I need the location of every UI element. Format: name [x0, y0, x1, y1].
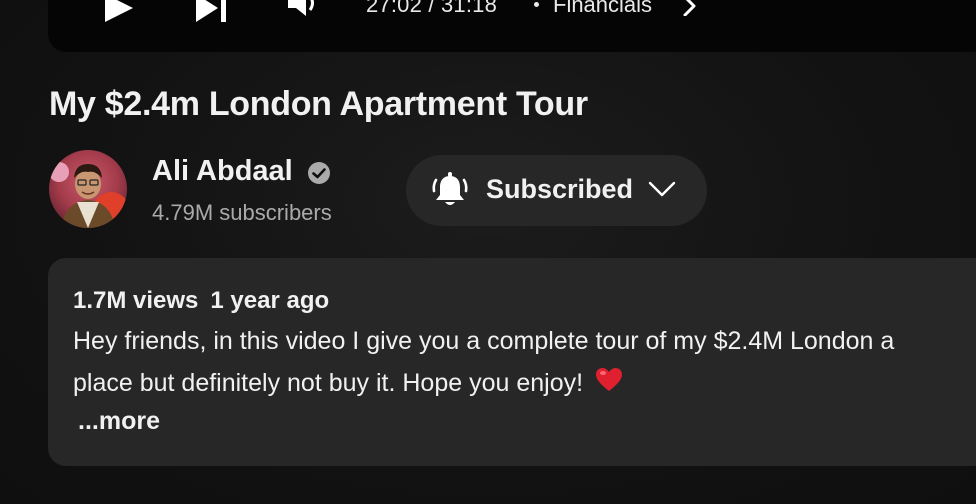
subscriber-count: 4.79M subscribers — [152, 200, 332, 225]
verified-check-icon — [308, 162, 330, 184]
avatar-image — [49, 150, 127, 228]
description-line-2-text: place but definitely not buy it. Hope yo… — [73, 369, 584, 397]
next-icon[interactable] — [194, 0, 230, 22]
chevron-right-icon[interactable] — [681, 0, 697, 16]
video-title: My $2.4m London Apartment Tour — [49, 85, 588, 123]
play-icon[interactable] — [103, 0, 135, 22]
separator-dot — [534, 2, 539, 7]
view-count: 1.7M views — [73, 287, 199, 314]
description-line-2: place but definitely not buy it. Hope yo… — [73, 367, 623, 398]
time-display: 27:02 / 31:18 — [366, 0, 498, 17]
video-meta: 1.7M views 1 year ago — [73, 287, 329, 315]
chapter-title[interactable]: Financials — [553, 0, 652, 18]
volume-icon[interactable] — [286, 0, 318, 22]
description-box[interactable]: 1.7M views 1 year ago Hey friends, in thi… — [48, 258, 976, 466]
description-line-1: Hey friends, in this video I give you a … — [73, 327, 895, 355]
subscribed-button[interactable]: Subscribed — [406, 155, 707, 226]
channel-avatar[interactable] — [49, 150, 127, 228]
chevron-down-icon — [648, 181, 676, 197]
channel-name[interactable]: Ali Abdaal — [152, 155, 293, 188]
show-more-link[interactable]: ...more — [78, 407, 160, 436]
subscribed-label: Subscribed — [486, 174, 634, 204]
video-watch-page: 27:02 / 31:18 Financials My $2.4m London… — [0, 0, 976, 504]
player-controls-bar — [48, 0, 976, 52]
bell-icon — [432, 172, 468, 205]
upload-age: 1 year ago — [210, 287, 330, 314]
heart-emoji — [596, 368, 623, 391]
